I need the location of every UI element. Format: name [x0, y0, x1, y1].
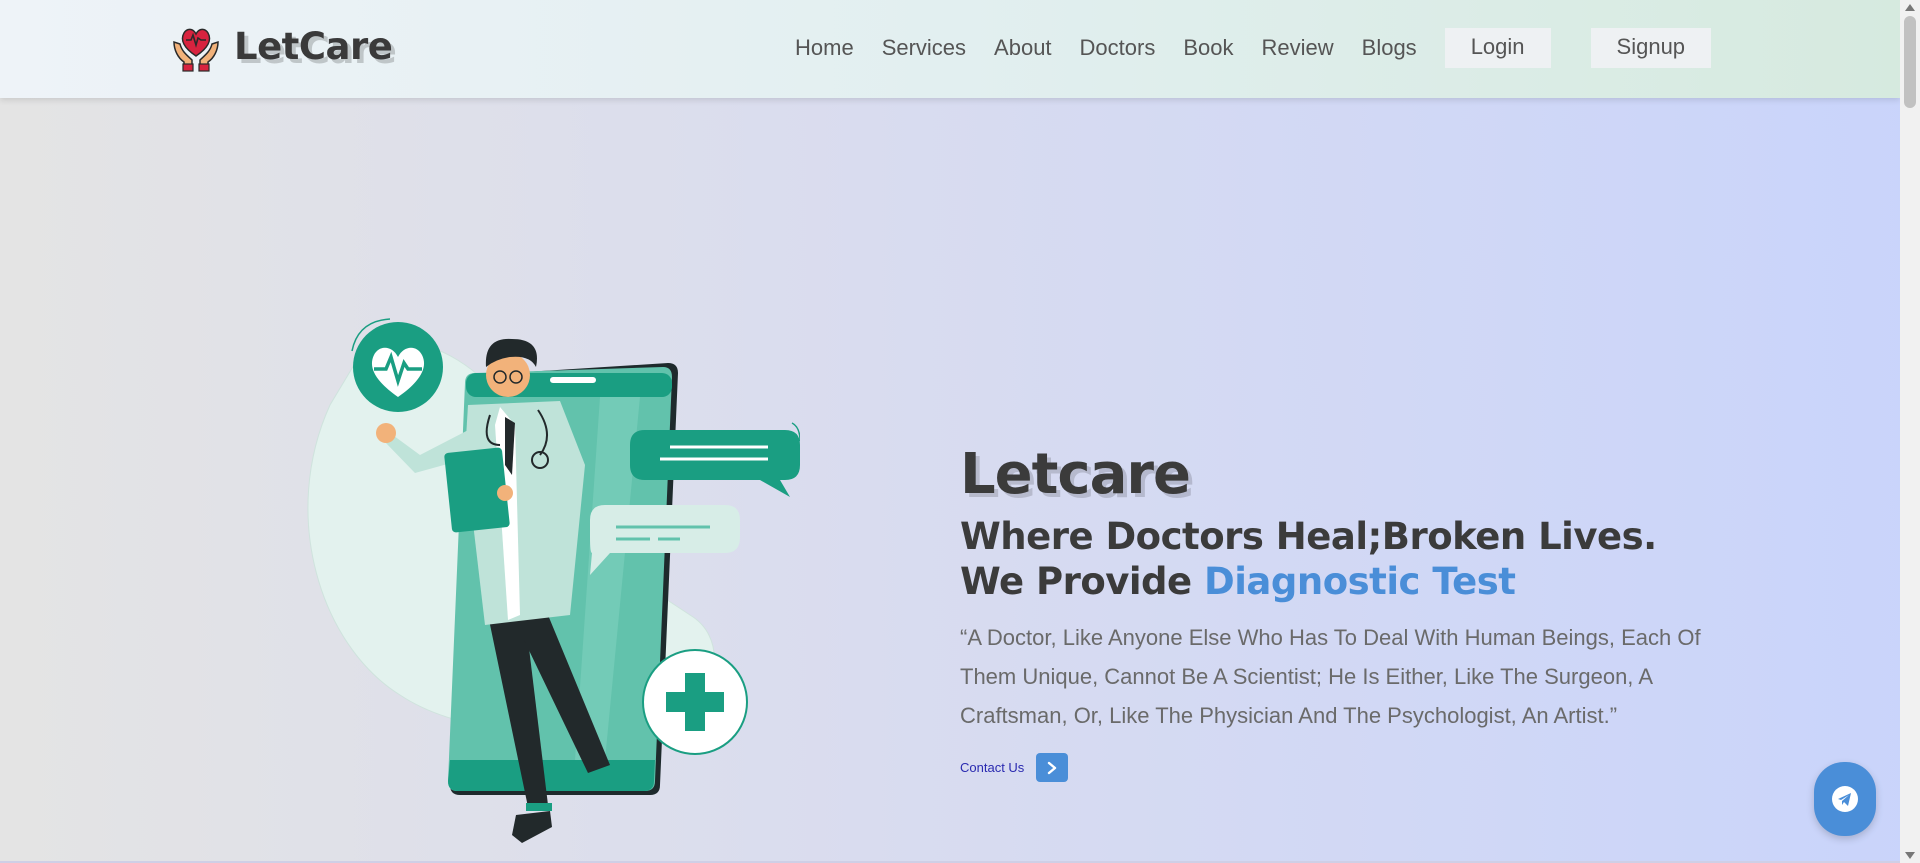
main-nav: Home Services About Doctors Book Review … [795, 28, 1712, 68]
hero-subtitle-prefix: We Provide [960, 560, 1205, 603]
contact-row: Contact Us [960, 753, 1760, 782]
heart-hands-icon [173, 28, 219, 72]
nav-about[interactable]: About [994, 35, 1052, 61]
nav-home[interactable]: Home [795, 35, 854, 61]
signup-button[interactable]: Signup [1590, 28, 1712, 68]
hero-section: Letcare Where Doctors Heal;Broken Lives.… [960, 440, 1760, 782]
nav-doctors[interactable]: Doctors [1080, 35, 1156, 61]
hero-subtitle-line1: Where Doctors Heal;Broken Lives. [960, 515, 1657, 558]
vertical-scrollbar[interactable] [1900, 0, 1920, 863]
hero-subtitle-line2: We Provide Diagnostic Test [960, 559, 1760, 604]
nav-blogs[interactable]: Blogs [1362, 35, 1417, 61]
hero-subtitle: Where Doctors Heal;Broken Lives. We Prov… [960, 514, 1760, 604]
telegram-icon [1832, 786, 1858, 812]
doctor-illustration [307, 318, 800, 843]
scroll-down-arrow-icon[interactable] [1905, 852, 1915, 859]
hero-subtitle-accent: Diagnostic Test [1204, 560, 1516, 603]
nav-services[interactable]: Services [882, 35, 966, 61]
scroll-up-arrow-icon[interactable] [1905, 4, 1915, 11]
site-header: LetCare Home Services About Doctors Book… [0, 0, 1900, 98]
login-button[interactable]: Login [1444, 28, 1551, 68]
scroll-thumb[interactable] [1904, 16, 1916, 108]
brand-name: LetCare [234, 24, 393, 68]
nav-book[interactable]: Book [1183, 35, 1233, 61]
hero-quote: “A Doctor, Like Anyone Else Who Has To D… [960, 625, 1701, 728]
hero-title: Letcare [960, 442, 1191, 507]
nav-review[interactable]: Review [1262, 35, 1334, 61]
telegram-button[interactable] [1814, 762, 1876, 836]
chevron-right-icon [1048, 761, 1057, 774]
logo[interactable]: LetCare [170, 20, 393, 72]
contact-us-link[interactable]: Contact Us [960, 760, 1024, 775]
contact-arrow-button[interactable] [1036, 753, 1069, 782]
